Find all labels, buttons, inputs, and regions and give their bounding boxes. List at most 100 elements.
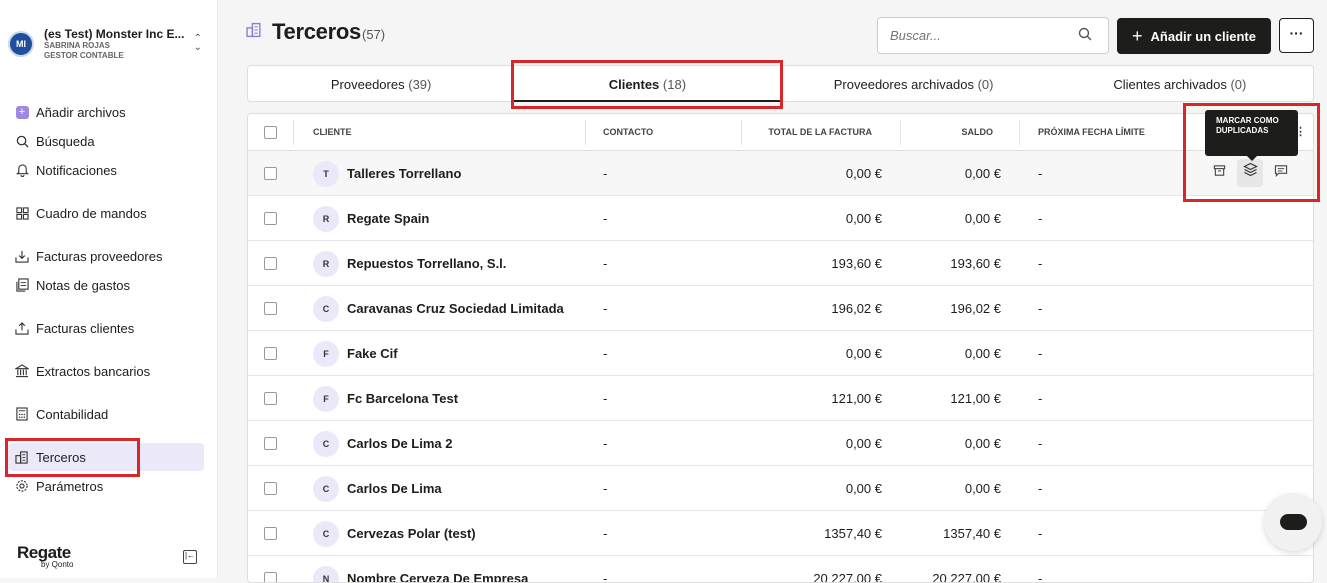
row-actions [1206, 159, 1306, 187]
avatar: C [313, 296, 339, 322]
sidebar-item-label: Contabilidad [36, 406, 109, 422]
client-name[interactable]: Nombre Cerveza De Empresa [347, 571, 528, 582]
comment-icon[interactable] [1268, 159, 1294, 187]
sidebar-item-facturas-clientes[interactable]: Facturas clientes [8, 314, 204, 342]
column-divider [741, 120, 742, 145]
layers-duplicate-icon[interactable] [1237, 159, 1263, 187]
tab-proveedores[interactable]: Proveedores (39) [248, 66, 514, 101]
client-name[interactable]: Caravanas Cruz Sociedad Limitada [347, 301, 564, 316]
add-client-button[interactable]: + Añadir un cliente [1117, 18, 1271, 54]
client-name[interactable]: Repuestos Torrellano, S.l. [347, 256, 506, 271]
tab-clientes[interactable]: Clientes (18) [514, 66, 781, 102]
chat-launcher-button[interactable] [1264, 493, 1322, 551]
tab-label: Clientes [608, 77, 660, 92]
sidebar-item-contabilidad[interactable]: Contabilidad [8, 400, 204, 428]
collapse-sidebar-icon[interactable]: |← [183, 550, 197, 564]
client-contact: - [603, 436, 608, 451]
table-row[interactable]: C Cervezas Polar (test) - 1357,40 € 1357… [248, 511, 1313, 556]
client-name[interactable]: Talleres Torrellano [347, 166, 461, 181]
table-row[interactable]: F Fake Cif - 0,00 € 0,00 € - [248, 331, 1313, 376]
client-saldo: 121,00 € [950, 391, 1001, 406]
sidebar-item-notas-de-gastos[interactable]: Notas de gastos [8, 271, 204, 299]
client-name[interactable]: Fc Barcelona Test [347, 391, 458, 406]
table-row[interactable]: R Repuestos Torrellano, S.l. - 193,60 € … [248, 241, 1313, 286]
column-divider [585, 120, 586, 145]
table-row[interactable]: C Carlos De Lima 2 - 0,00 € 0,00 € - [248, 421, 1313, 466]
sidebar-item-label: Extractos bancarios [36, 363, 151, 379]
avatar: C [313, 431, 339, 457]
tab-clientes-archivados[interactable]: Clientes archivados (0) [1047, 66, 1313, 101]
sidebar-item-cuadro-de-mandos[interactable]: Cuadro de mandos [8, 199, 204, 227]
calculator-icon [14, 406, 30, 422]
client-total: 1357,40 € [824, 526, 882, 541]
sidebar-item-anadir-archivos[interactable]: + Añadir archivos [8, 98, 204, 126]
tab-label: Clientes archivados [1113, 77, 1227, 92]
brand-sub: by Qonto [41, 560, 74, 569]
table-row[interactable]: R Regate Spain - 0,00 € 0,00 € - [248, 196, 1313, 241]
row-checkbox[interactable] [264, 527, 277, 540]
column-header-fecha[interactable]: PRÓXIMA FECHA LÍMITE [1038, 114, 1145, 151]
table-row[interactable]: C Carlos De Lima - 0,00 € 0,00 € - [248, 466, 1313, 511]
account-switcher[interactable]: MI (es Test) Monster Inc E... SABRINA RO… [8, 24, 208, 64]
select-all-checkbox[interactable] [264, 126, 277, 139]
tab-count: (39) [408, 77, 432, 92]
column-header-cliente[interactable]: CLIENTE [313, 114, 352, 151]
chat-icon [1280, 514, 1307, 530]
column-header-contacto[interactable]: CONTACTO [603, 114, 653, 151]
table-header: CLIENTE CONTACTO TOTAL DE LA FACTURA SAL… [248, 114, 1313, 151]
sidebar-item-parametros[interactable]: Parámetros [8, 472, 204, 500]
avatar: C [313, 521, 339, 547]
gear-icon [14, 478, 30, 494]
sidebar-item-extractos-bancarios[interactable]: Extractos bancarios [8, 357, 204, 385]
column-divider [1019, 120, 1020, 145]
row-checkbox[interactable] [264, 482, 277, 495]
client-saldo: 0,00 € [964, 481, 1001, 496]
row-checkbox[interactable] [264, 302, 277, 315]
sidebar-item-label: Notas de gastos [36, 277, 130, 293]
buildings-icon [246, 22, 262, 43]
client-name[interactable]: Regate Spain [347, 211, 429, 226]
search-icon[interactable] [1078, 27, 1092, 44]
client-saldo: 1357,40 € [943, 526, 1001, 541]
bell-icon [14, 162, 30, 178]
client-name[interactable]: Carlos De Lima [347, 481, 442, 496]
row-checkbox[interactable] [264, 167, 277, 180]
column-header-saldo[interactable]: SALDO [962, 114, 994, 151]
search-input[interactable] [890, 18, 1070, 53]
row-checkbox[interactable] [264, 347, 277, 360]
sidebar-item-notificaciones[interactable]: Notificaciones [8, 156, 204, 184]
avatar: C [313, 476, 339, 502]
row-checkbox[interactable] [264, 392, 277, 405]
client-fecha: - [1038, 256, 1043, 271]
search-icon [14, 133, 30, 149]
client-name[interactable]: Carlos De Lima 2 [347, 436, 453, 451]
sidebar-item-busqueda[interactable]: Búsqueda [8, 127, 204, 155]
column-divider [900, 120, 901, 145]
row-checkbox[interactable] [264, 257, 277, 270]
column-header-total[interactable]: TOTAL DE LA FACTURA [768, 114, 872, 151]
client-contact: - [603, 346, 608, 361]
table-row[interactable]: F Fc Barcelona Test - 121,00 € 121,00 € … [248, 376, 1313, 421]
row-checkbox[interactable] [264, 212, 277, 225]
brand-logo: Regate by Qonto [17, 543, 73, 569]
client-name[interactable]: Fake Cif [347, 346, 398, 361]
sidebar-item-terceros[interactable]: Terceros [8, 443, 204, 471]
page-title-count: (57) [362, 27, 386, 42]
table-row[interactable]: T Talleres Torrellano - 0,00 € 0,00 € - [248, 151, 1313, 196]
avatar: N [313, 566, 339, 582]
more-options-button[interactable]: ··· [1279, 18, 1314, 53]
row-checkbox[interactable] [264, 437, 277, 450]
chevron-up-down-icon: ⌃ ⌄ [193, 33, 202, 53]
buildings-icon [14, 449, 30, 465]
search-box[interactable] [877, 17, 1109, 54]
sidebar-item-facturas-proveedores[interactable]: Facturas proveedores [8, 242, 204, 270]
table-row[interactable]: N Nombre Cerveza De Empresa - 20 227,00 … [248, 556, 1313, 582]
client-fecha: - [1038, 166, 1043, 181]
table-row[interactable]: C Caravanas Cruz Sociedad Limitada - 196… [248, 286, 1313, 331]
tab-count: (18) [662, 77, 687, 92]
archive-icon[interactable] [1206, 159, 1232, 187]
tooltip-mark-duplicates: MARCAR COMO DUPLICADAS [1205, 110, 1298, 161]
client-name[interactable]: Cervezas Polar (test) [347, 526, 476, 541]
tab-proveedores-archivados[interactable]: Proveedores archivados (0) [781, 66, 1047, 101]
avatar: F [313, 341, 339, 367]
